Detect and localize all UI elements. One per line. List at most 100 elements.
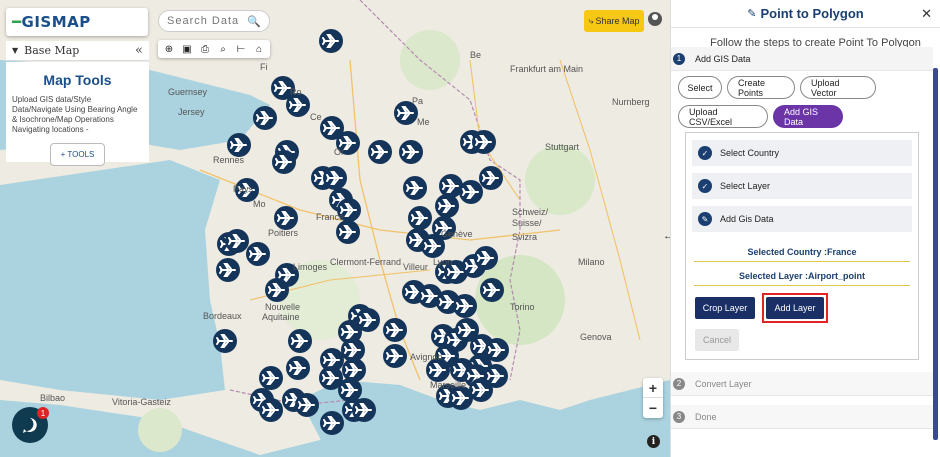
airport-marker[interactable] [216, 258, 240, 282]
airport-marker[interactable] [265, 278, 289, 302]
label-nouvelle: Nouvelle [265, 302, 300, 312]
search-icon[interactable]: 🔍 [247, 15, 261, 28]
airport-marker[interactable] [352, 398, 376, 422]
airport-marker[interactable] [319, 29, 343, 53]
source-buttons-row-2: Upload CSV/Excel Add GIS Data [678, 105, 843, 128]
collapse-icon[interactable]: « [135, 43, 143, 58]
panel-resize-icon[interactable]: ↔ [663, 230, 670, 242]
check-select-layer-label: Select Layer [720, 181, 771, 191]
airport-marker[interactable] [259, 366, 283, 390]
airport-marker[interactable] [246, 242, 270, 266]
close-icon[interactable]: ✕ [921, 6, 932, 22]
label-ce: Ce [310, 112, 322, 122]
airport-marker[interactable] [253, 106, 277, 130]
airport-marker[interactable] [479, 166, 503, 190]
add-data-steps-box: ✓ Select Country ✓ Select Layer ✎ Add Gi… [685, 132, 919, 360]
airport-marker[interactable] [336, 220, 360, 244]
source-buttons-row-1: Select Create Points Upload Vector [678, 76, 876, 99]
airport-marker[interactable] [472, 130, 496, 154]
step-2-label: Convert Layer [695, 378, 752, 389]
label-fi: Fi [260, 62, 268, 72]
airport-marker[interactable] [295, 393, 319, 417]
airport-marker[interactable] [227, 133, 251, 157]
label-geneve: Genève [441, 229, 473, 239]
measure-icon[interactable]: ⊢ [232, 40, 250, 58]
label-jersey: Jersey [178, 107, 205, 117]
map-canvas[interactable]: Guernsey Jersey Rennes Pays Poitiers Limoges N… [0, 0, 670, 457]
logo-text: ━GISMAP [12, 13, 91, 31]
create-points-button[interactable]: Create Points [727, 76, 795, 99]
fullscreen-icon[interactable]: ▣ [178, 40, 196, 58]
label-frankfurt: Frankfurt am Main [510, 64, 583, 74]
search-input[interactable] [167, 15, 247, 27]
airport-marker[interactable] [469, 378, 493, 402]
airport-marker[interactable] [459, 180, 483, 204]
locate-icon[interactable]: ⊕ [160, 40, 178, 58]
airport-marker[interactable] [274, 206, 298, 230]
airport-marker[interactable] [288, 329, 312, 353]
selected-country: Selected Country :France [694, 242, 910, 262]
airport-marker[interactable] [323, 166, 347, 190]
share-map-button[interactable]: ⤷ Share Map [584, 10, 644, 32]
label-aquitaine: Aquitaine [262, 312, 300, 322]
gismap-logo[interactable]: ━GISMAP [6, 8, 148, 36]
airport-marker[interactable] [338, 378, 362, 402]
info-icon[interactable]: i [647, 435, 660, 448]
add-tools-button[interactable]: + TOOLS [49, 143, 106, 166]
cancel-button[interactable]: Cancel [695, 329, 739, 351]
home-icon[interactable]: ⌂ [250, 40, 268, 58]
airport-marker[interactable] [399, 140, 423, 164]
label-france: France [316, 212, 344, 222]
map-tools-description: Upload GIS data/Style Data/Navigate Usin… [12, 95, 138, 134]
airport-marker[interactable] [320, 411, 344, 435]
crop-layer-button[interactable]: Crop Layer [695, 297, 755, 319]
airport-marker[interactable] [383, 344, 407, 368]
step-3-number: 3 [673, 410, 685, 423]
label-bilbao: Bilbao [40, 393, 65, 403]
zoom-out-button[interactable]: − [643, 398, 663, 418]
panel-scrollbar[interactable] [933, 68, 938, 440]
print-icon[interactable]: ⎙ [196, 40, 214, 58]
step-3-header[interactable]: 3 Done [671, 405, 933, 429]
airport-marker[interactable] [259, 398, 283, 422]
check-add-gis-data-label: Add Gis Data [720, 214, 774, 224]
zoom-in-button[interactable]: + [643, 378, 663, 398]
airport-marker[interactable] [272, 150, 296, 174]
check-select-country[interactable]: ✓ Select Country [692, 140, 912, 166]
airport-marker[interactable] [453, 294, 477, 318]
check-icon: ✓ [698, 146, 712, 160]
base-map-header[interactable]: ▼ Base Map « [6, 41, 149, 61]
label-be: Be [470, 50, 481, 60]
select-button[interactable]: Select [678, 76, 722, 99]
upload-csv-button[interactable]: Upload CSV/Excel [678, 105, 768, 128]
airport-marker[interactable] [480, 278, 504, 302]
airport-marker[interactable] [342, 358, 366, 382]
airport-marker[interactable] [474, 246, 498, 270]
airport-marker[interactable] [225, 229, 249, 253]
add-layer-button[interactable]: Add Layer [766, 297, 824, 319]
step-1-header[interactable]: 1 Add GIS Data [671, 47, 933, 71]
upload-vector-button[interactable]: Upload Vector [800, 76, 876, 99]
check-icon: ✓ [698, 179, 712, 193]
label-ro: Ro [290, 87, 302, 97]
zoom-search-icon[interactable]: ⌕ [214, 40, 232, 58]
airport-marker[interactable] [383, 318, 407, 342]
airport-marker[interactable] [435, 194, 459, 218]
airport-marker[interactable] [213, 329, 237, 353]
airport-marker[interactable] [408, 206, 432, 230]
check-select-layer[interactable]: ✓ Select Layer [692, 173, 912, 199]
check-add-gis-data[interactable]: ✎ Add Gis Data [692, 206, 912, 232]
search-box[interactable]: 🔍 [158, 10, 270, 32]
airport-marker[interactable] [403, 176, 427, 200]
label-pays: Pays [233, 184, 254, 194]
share-map-label: Share Map [595, 16, 640, 26]
step-2-header[interactable]: 2 Convert Layer [671, 372, 933, 396]
user-account-icon[interactable] [648, 12, 662, 26]
label-torino: Torino [510, 302, 535, 312]
airport-marker[interactable] [368, 140, 392, 164]
polygon-icon: ✎ [747, 8, 757, 20]
map-tools-panel: Map Tools Upload GIS data/Style Data/Nav… [6, 62, 149, 166]
edit-icon: ✎ [698, 212, 712, 226]
add-gis-data-button[interactable]: Add GIS Data [773, 105, 843, 128]
airport-marker[interactable] [286, 356, 310, 380]
